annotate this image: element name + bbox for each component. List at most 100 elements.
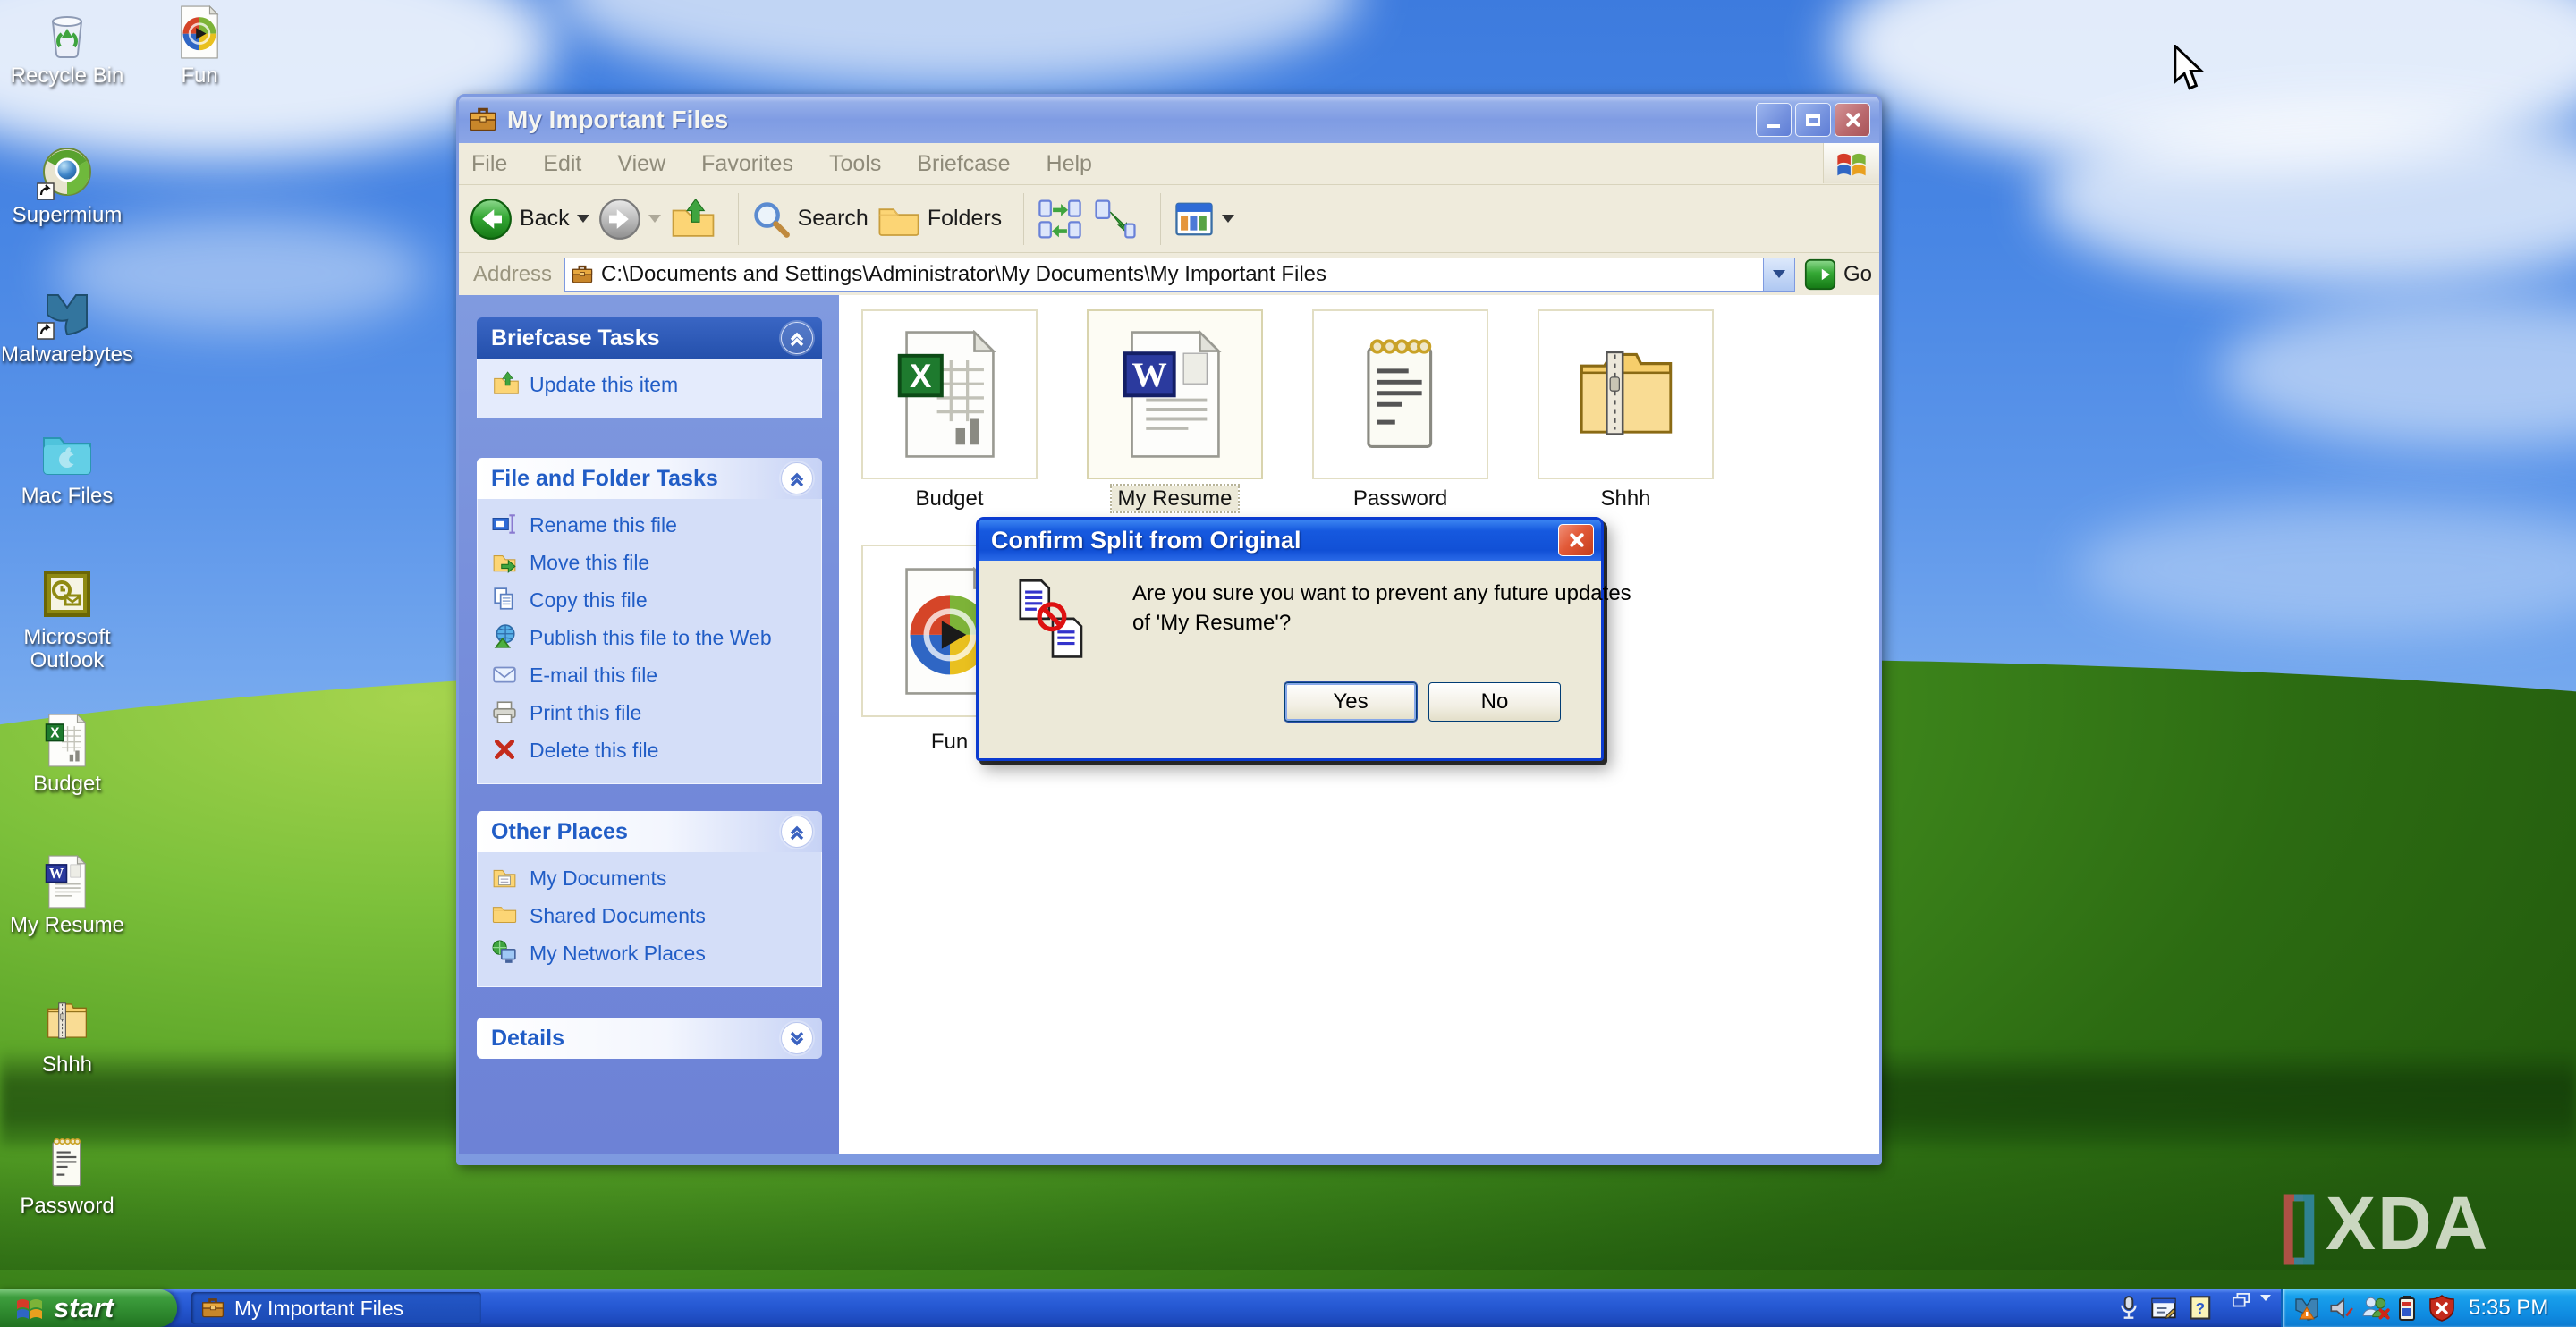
file-thumbnail-password[interactable]	[1312, 309, 1488, 479]
desktop-icon-mac-files[interactable]: Mac Files	[0, 426, 134, 508]
microphone-icon[interactable]	[2116, 1295, 2145, 1322]
sidebar-link-publish-file[interactable]: Publish this file to the Web	[492, 624, 821, 651]
desktop-icon-label: Malwarebytes	[1, 343, 133, 367]
start-button[interactable]: start	[0, 1289, 177, 1327]
panel-title: File and Folder Tasks	[491, 466, 781, 492]
sidebar-link-update-this-item[interactable]: Update this item	[492, 371, 821, 398]
taskbar-clock[interactable]: 5:35 PM	[2469, 1296, 2548, 1321]
sidebar-link-email-file[interactable]: E-mail this file	[492, 662, 821, 689]
toolbar-separator	[1023, 193, 1024, 245]
go-button[interactable]: Go	[1804, 258, 1872, 291]
menu-favorites[interactable]: Favorites	[701, 151, 793, 177]
menu-help[interactable]: Help	[1046, 151, 1092, 177]
update-item-icon	[492, 371, 519, 398]
file-label-shhh[interactable]: Shhh	[1538, 486, 1714, 511]
collapse-chevron-icon[interactable]	[781, 816, 813, 848]
file-thumbnail-my-resume[interactable]	[1087, 309, 1263, 479]
window-bottom-frame	[459, 1154, 1879, 1162]
desktop-icon-my-resume[interactable]: My Resume	[0, 855, 134, 937]
menu-tools[interactable]: Tools	[829, 151, 881, 177]
address-input[interactable]: C:\Documents and Settings\Administrator\…	[564, 258, 1795, 292]
print-icon	[492, 699, 519, 726]
sidebar-link-my-documents[interactable]: My Documents	[492, 865, 821, 892]
forward-button[interactable]	[598, 198, 661, 241]
shortcut-arrow-icon	[37, 182, 55, 200]
search-button[interactable]: Search	[751, 199, 869, 239]
excel-document-icon	[897, 330, 1003, 459]
views-icon	[1174, 199, 1215, 240]
collapse-chevron-icon[interactable]	[781, 462, 813, 494]
yes-button[interactable]: Yes	[1284, 682, 1417, 722]
volume-muted-icon[interactable]	[2327, 1295, 2354, 1322]
window-titlebar[interactable]: My Important Files	[459, 97, 1879, 143]
menu-file[interactable]: File	[471, 151, 507, 177]
sidebar-link-label: Shared Documents	[530, 904, 706, 928]
dialog-titlebar[interactable]: Confirm Split from Original	[979, 520, 1601, 561]
desktop-icon-shhh[interactable]: Shhh	[0, 994, 134, 1077]
help-book-icon[interactable]	[2188, 1295, 2216, 1322]
desktop-icon-label: Password	[20, 1195, 114, 1218]
no-button[interactable]: No	[1428, 682, 1561, 722]
sidebar-link-shared-documents[interactable]: Shared Documents	[492, 902, 821, 929]
sidebar-link-delete-file[interactable]: Delete this file	[492, 737, 821, 764]
maximize-button[interactable]	[1795, 103, 1831, 137]
up-button[interactable]	[670, 198, 716, 241]
file-folder-tasks-header[interactable]: File and Folder Tasks	[477, 458, 822, 499]
file-label-my-resume[interactable]: My Resume	[1087, 486, 1263, 511]
sidebar-link-rename-file[interactable]: Rename this file	[492, 511, 821, 538]
desktop-icon-supermium[interactable]: Supermium	[0, 145, 134, 227]
back-dropdown-icon	[577, 215, 589, 223]
menu-view[interactable]: View	[617, 151, 665, 177]
menu-briefcase[interactable]: Briefcase	[917, 151, 1010, 177]
desktop-icon-fun[interactable]: Fun	[132, 5, 267, 88]
close-icon	[1568, 532, 1584, 548]
details-header[interactable]: Details	[477, 1018, 822, 1059]
go-label: Go	[1843, 262, 1872, 287]
views-button[interactable]	[1174, 199, 1234, 240]
desktop-icon-malwarebytes[interactable]: Malwarebytes	[0, 284, 134, 367]
briefcase-icon	[571, 263, 594, 286]
close-button[interactable]	[1835, 103, 1870, 137]
desktop-screen: Recycle Bin Fun Supermium Malwarebytes M…	[0, 0, 2576, 1327]
desktop-icon-recycle-bin[interactable]: Recycle Bin	[0, 5, 134, 88]
other-places-header[interactable]: Other Places	[477, 811, 822, 852]
malwarebytes-tray-icon[interactable]	[2293, 1295, 2320, 1322]
briefcase-tasks-header[interactable]: Briefcase Tasks	[477, 317, 822, 359]
minimize-button[interactable]	[1756, 103, 1792, 137]
file-thumbnail-shhh[interactable]	[1538, 309, 1714, 479]
sidebar-link-print-file[interactable]: Print this file	[492, 699, 821, 726]
shortcut-arrow-icon	[37, 322, 55, 340]
taskbar-item-my-important-files[interactable]: My Important Files	[191, 1292, 481, 1324]
menu-edit[interactable]: Edit	[543, 151, 581, 177]
back-button[interactable]: Back	[470, 198, 589, 241]
watermark-bracket-right: ]	[2293, 1181, 2320, 1265]
sidebar-link-move-file[interactable]: Move this file	[492, 549, 821, 576]
desktop-icon-budget[interactable]: Budget	[0, 714, 134, 796]
file-label-password[interactable]: Password	[1312, 486, 1488, 511]
battery-status-icon[interactable]	[2395, 1295, 2422, 1322]
expand-chevron-icon[interactable]	[781, 1022, 813, 1054]
security-alert-icon[interactable]	[2429, 1295, 2456, 1322]
update-all-button[interactable]	[1037, 198, 1083, 241]
split-from-original-button[interactable]	[1092, 198, 1139, 241]
journal-notes-icon[interactable]	[2150, 1295, 2179, 1322]
desktop-icon-microsoft-outlook[interactable]: Microsoft Outlook	[0, 567, 134, 672]
desktop-icon-password[interactable]: Password	[0, 1136, 134, 1218]
collapse-chevron-icon[interactable]	[781, 322, 813, 354]
outlook-icon	[40, 567, 94, 621]
file-label-budget[interactable]: Budget	[861, 486, 1038, 511]
file-name: Budget	[910, 486, 988, 511]
details-panel: Details	[477, 1018, 822, 1059]
file-folder-tasks-panel: File and Folder Tasks Rename this file M…	[477, 458, 822, 784]
dialog-close-button[interactable]	[1558, 524, 1594, 556]
user-accounts-alert-icon[interactable]	[2361, 1295, 2388, 1322]
file-name: My Resume	[1112, 486, 1237, 511]
file-thumbnail-budget[interactable]	[861, 309, 1038, 479]
sidebar-link-my-network-places[interactable]: My Network Places	[492, 940, 821, 967]
sidebar-link-copy-file[interactable]: Copy this file	[492, 587, 821, 613]
address-dropdown-button[interactable]	[1763, 258, 1794, 291]
folders-button[interactable]: Folders	[877, 200, 1002, 238]
window-stack-icon[interactable]	[2229, 1291, 2258, 1318]
split-icon	[1092, 198, 1139, 241]
folders-icon	[877, 200, 920, 238]
